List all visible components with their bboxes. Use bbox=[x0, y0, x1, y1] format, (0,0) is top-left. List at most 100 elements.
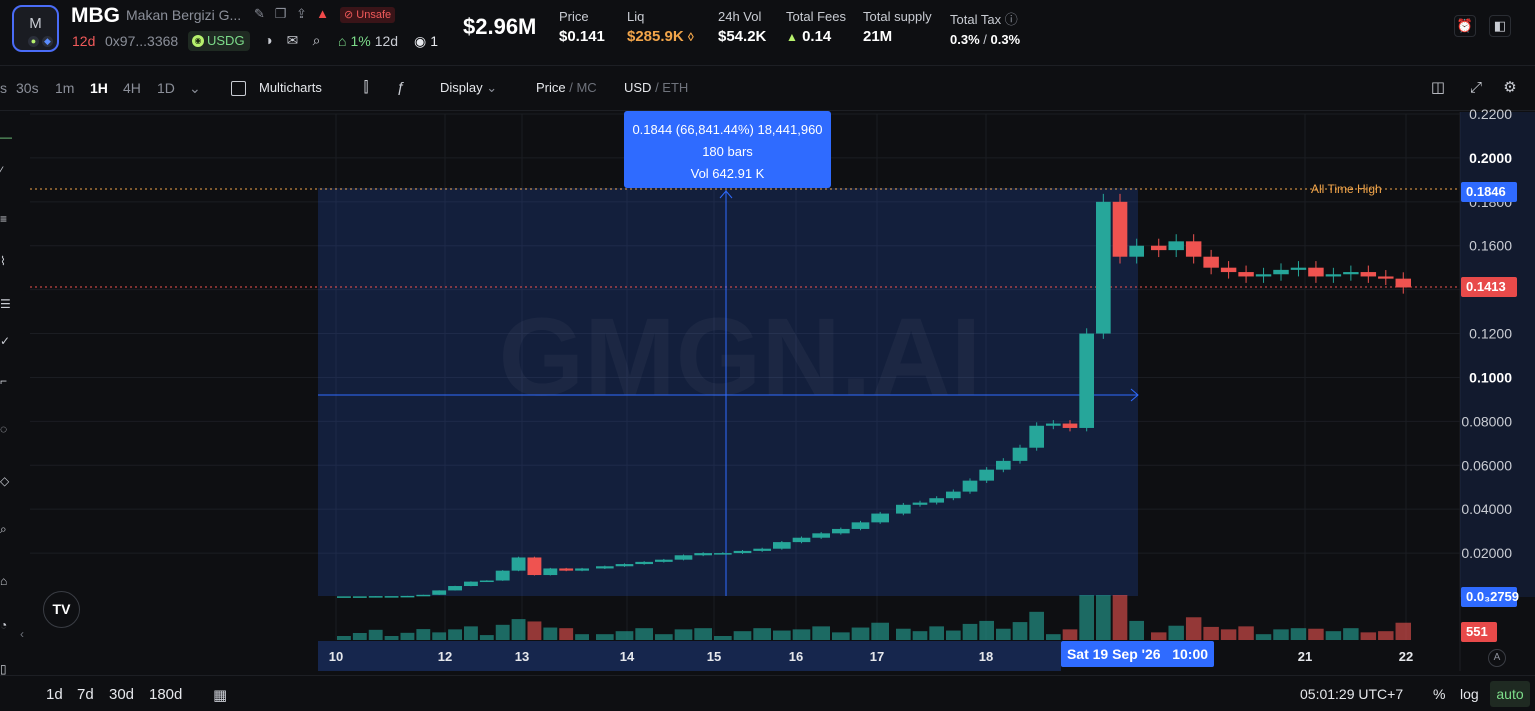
volume-bar bbox=[495, 624, 510, 640]
auto-toggle[interactable]: auto bbox=[1490, 681, 1530, 707]
crosshair-date-tag: Sat 19 Sep '26 10:00 bbox=[1061, 641, 1214, 667]
log-toggle[interactable]: log bbox=[1460, 686, 1479, 702]
volume-bar bbox=[559, 628, 574, 640]
calendar-icon[interactable]: ▦ bbox=[213, 686, 227, 704]
volume-bar bbox=[352, 633, 367, 640]
clock[interactable]: 05:01:29 UTC+7 bbox=[1300, 686, 1403, 702]
candle-body bbox=[1360, 272, 1377, 277]
candle-body bbox=[479, 580, 494, 583]
y-tick-label: 0.1000 bbox=[1469, 369, 1512, 385]
measure-tooltip: 0.1844 (66,841.44%) 18,441,960 180 bars … bbox=[624, 111, 831, 188]
candle-body bbox=[1012, 447, 1028, 461]
volume-bar bbox=[1395, 622, 1411, 640]
x-tick-label: 12 bbox=[438, 649, 452, 664]
candle-body bbox=[1185, 241, 1202, 257]
candle-body bbox=[1308, 267, 1324, 277]
y-tick-label: 0.2000 bbox=[1469, 150, 1512, 166]
candle-body bbox=[1290, 267, 1307, 270]
volume-tag: 551 bbox=[1461, 622, 1497, 642]
range-1d[interactable]: 1d bbox=[46, 686, 63, 703]
range-30d[interactable]: 30d bbox=[109, 686, 134, 703]
candle-body bbox=[1220, 267, 1237, 273]
volume-bar bbox=[851, 627, 870, 640]
x-tick-label: 18 bbox=[979, 649, 993, 664]
auto-scale-icon[interactable]: A bbox=[1488, 649, 1506, 667]
candle-body bbox=[559, 568, 574, 571]
volume-bar bbox=[1168, 625, 1184, 640]
volume-bar bbox=[773, 630, 791, 640]
volume-bar bbox=[792, 629, 811, 640]
volume-bar bbox=[832, 632, 850, 640]
volume-bar bbox=[448, 629, 462, 640]
x-tick-label: 15 bbox=[707, 649, 721, 664]
candle-body bbox=[946, 491, 961, 499]
candle-body bbox=[996, 460, 1011, 470]
candle-body bbox=[527, 557, 542, 576]
volume-bar bbox=[1062, 629, 1078, 640]
candle-body bbox=[615, 564, 634, 567]
volume-bar bbox=[432, 632, 447, 640]
y-tick-label: 0.08000 bbox=[1461, 413, 1512, 429]
measure-volume: Vol 642.91 K bbox=[690, 166, 765, 181]
candle-body bbox=[1255, 274, 1272, 277]
candle-body bbox=[337, 596, 351, 598]
y-tick-label: 0.06000 bbox=[1461, 457, 1512, 473]
candle-body bbox=[1062, 423, 1078, 428]
volume-bar bbox=[694, 628, 712, 640]
candle-body bbox=[674, 555, 693, 560]
volume-bar bbox=[1343, 628, 1359, 640]
range-7d[interactable]: 7d bbox=[77, 686, 94, 703]
volume-bar bbox=[753, 628, 771, 640]
candle-body bbox=[979, 469, 994, 481]
candle-body bbox=[1238, 272, 1254, 277]
candle-body bbox=[1325, 274, 1342, 277]
tradingview-logo[interactable]: TV bbox=[43, 591, 80, 628]
range-180d[interactable]: 180d bbox=[149, 686, 182, 703]
candle-body bbox=[448, 586, 462, 591]
candle-body bbox=[896, 504, 911, 514]
volume-bar bbox=[1378, 631, 1394, 640]
percent-toggle[interactable]: % bbox=[1433, 686, 1445, 702]
volume-bar bbox=[1360, 632, 1377, 640]
volume-bar bbox=[812, 626, 830, 640]
candle-body bbox=[655, 559, 673, 562]
volume-bar bbox=[511, 619, 526, 640]
x-range-highlight bbox=[318, 641, 1061, 671]
last-price-tag: 0.1413 bbox=[1461, 277, 1517, 297]
crosshair-date: Sat 19 Sep '26 bbox=[1066, 646, 1161, 662]
candle-body bbox=[871, 513, 889, 523]
candle-body bbox=[962, 480, 978, 492]
volume-bar bbox=[1185, 617, 1202, 640]
candle-body bbox=[912, 502, 928, 505]
volume-bar bbox=[416, 629, 431, 640]
volume-bar bbox=[1273, 629, 1289, 640]
candle-body bbox=[1096, 201, 1111, 334]
x-tick-label: 10 bbox=[329, 649, 343, 664]
candle-body bbox=[511, 557, 526, 571]
candle-body bbox=[495, 570, 510, 581]
candle-body bbox=[596, 566, 614, 569]
measure-bars: 180 bars bbox=[702, 144, 753, 159]
volume-bar bbox=[479, 635, 494, 640]
volume-bar bbox=[1096, 595, 1111, 640]
volume-bar bbox=[337, 636, 351, 640]
y-tick-label: 0.1200 bbox=[1469, 326, 1512, 342]
price-chart[interactable]: GMGN.AI 0.22000.20000.18000.16000.14000.… bbox=[0, 0, 1535, 711]
volume-bar bbox=[912, 631, 928, 640]
volume-bar bbox=[655, 634, 673, 640]
candle-body bbox=[1395, 278, 1411, 288]
volume-bar bbox=[1012, 622, 1028, 640]
watermark: GMGN.AI bbox=[499, 296, 982, 419]
candle-body bbox=[352, 596, 367, 598]
candle-body bbox=[1343, 272, 1359, 275]
candle-body bbox=[733, 550, 752, 554]
volume-bar bbox=[1046, 634, 1061, 640]
volume-bar bbox=[1079, 595, 1094, 640]
candle-body bbox=[773, 542, 791, 549]
candle-body bbox=[832, 528, 850, 534]
candle-body bbox=[1046, 423, 1061, 426]
ath-price-tag: 0.1846 bbox=[1461, 182, 1517, 202]
volume-bar bbox=[714, 636, 732, 640]
volume-bar bbox=[1220, 629, 1237, 640]
candle-body bbox=[635, 561, 653, 565]
